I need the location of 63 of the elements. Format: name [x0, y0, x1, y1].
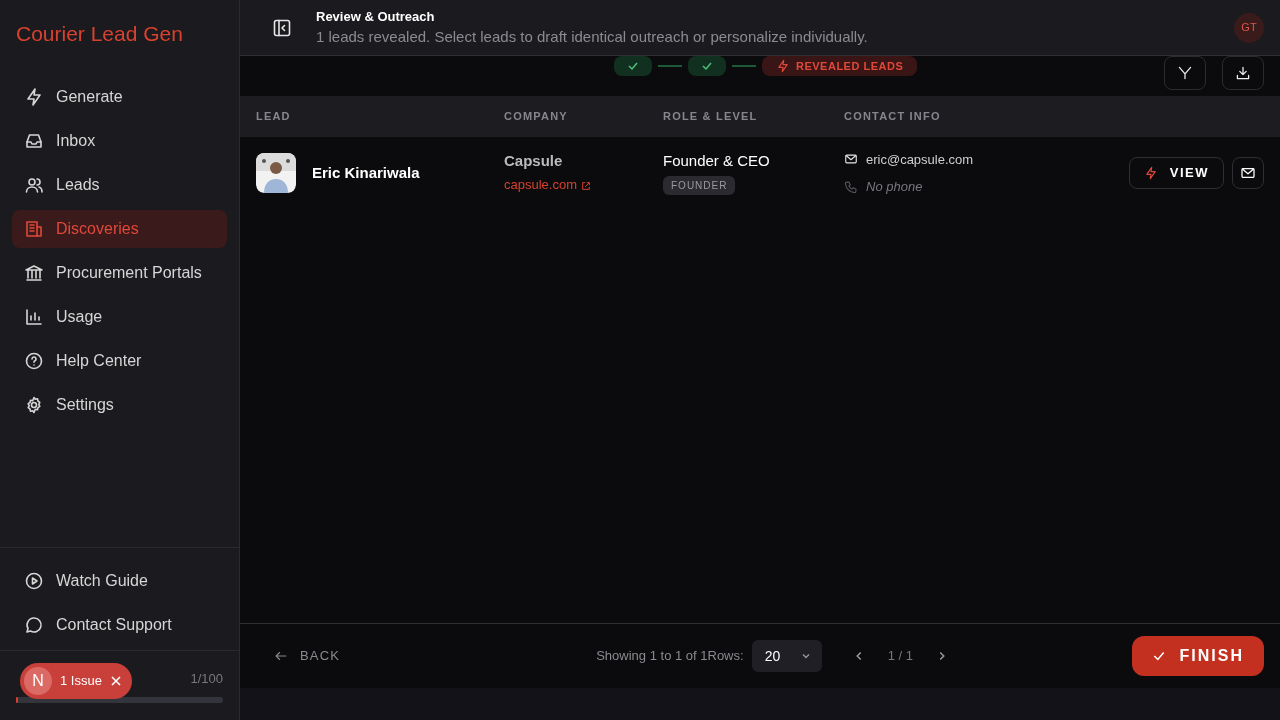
- phone-icon: [844, 179, 858, 194]
- settings-icon: [24, 394, 44, 415]
- email-address: eric@capsule.com: [866, 150, 974, 169]
- page-subtitle: 1 leads revealed. Select leads to draft identical outreach or personalize individually.: [316, 27, 868, 47]
- sidebar-item[interactable]: Leads: [12, 165, 227, 204]
- sidebar-item[interactable]: Usage: [12, 297, 227, 336]
- lightning-icon: [776, 59, 790, 73]
- completed-step[interactable]: [614, 56, 652, 76]
- sidebar-toggle-icon[interactable]: [272, 17, 292, 38]
- filter-icon: [1177, 65, 1193, 81]
- usage-count: 1/100: [190, 670, 223, 688]
- sidebar-item[interactable]: Procurement Portals: [12, 253, 227, 292]
- brand-title: Courier Lead Gen: [15, 21, 184, 47]
- view-button[interactable]: VIEW: [1128, 157, 1224, 189]
- sidebar-item[interactable]: Settings: [12, 385, 227, 424]
- sidebar-item[interactable]: Inbox: [12, 121, 227, 160]
- lightning-icon: [24, 86, 44, 107]
- check-icon: [627, 60, 639, 72]
- sidebar-item[interactable]: Contact Support: [12, 606, 227, 644]
- column-header: ROLE & LEVEL: [663, 110, 758, 123]
- download-icon: [1235, 65, 1251, 81]
- lightning-icon: [1143, 166, 1158, 180]
- building-icon: [24, 218, 44, 239]
- close-icon[interactable]: [109, 675, 122, 687]
- sidebar-item[interactable]: Help Center: [12, 341, 227, 380]
- lead-name[interactable]: Eric Kinariwala: [312, 161, 420, 185]
- page-indicator: 1 / 1: [887, 647, 913, 666]
- back-button[interactable]: BACK: [268, 645, 347, 667]
- email-button[interactable]: [1232, 157, 1264, 189]
- sidebar-item[interactable]: Watch Guide: [12, 562, 227, 600]
- showing-label: Showing 1 to 1 of 1Rows:: [596, 647, 744, 666]
- current-step[interactable]: REVEALED LEADS: [762, 56, 918, 76]
- user-avatar[interactable]: GT: [1234, 12, 1264, 43]
- play-icon: [24, 571, 44, 591]
- column-header: LEAD: [256, 110, 291, 123]
- completed-step[interactable]: [688, 56, 726, 76]
- mail-icon: [844, 152, 858, 167]
- download-button[interactable]: [1222, 56, 1264, 90]
- check-icon: [701, 60, 713, 72]
- sidebar-item[interactable]: Discoveries: [12, 209, 227, 248]
- chat-icon: [24, 615, 44, 635]
- finish-button[interactable]: FINISH: [1131, 636, 1264, 676]
- issue-toast[interactable]: N 1 Issue: [20, 663, 132, 699]
- page-title: Review & Outreach: [316, 7, 436, 26]
- column-header: COMPANY: [504, 110, 568, 123]
- phone-number: No phone: [866, 178, 923, 196]
- check-icon: [1151, 649, 1166, 663]
- company-name: Capsule: [504, 150, 564, 171]
- external-link-icon: [580, 180, 591, 191]
- page-size-select[interactable]: 20: [751, 640, 822, 672]
- avatar: N: [24, 667, 52, 695]
- mail-icon: [1240, 165, 1256, 181]
- sidebar-item[interactable]: Generate: [12, 77, 227, 116]
- column-header: CONTACT INFO: [844, 110, 941, 123]
- level-tag: FOUNDER: [663, 176, 736, 196]
- help-icon: [24, 350, 44, 371]
- role-title: Founder & CEO: [663, 150, 771, 171]
- chart-icon: [24, 306, 44, 327]
- bank-icon: [24, 262, 44, 283]
- issue-label: 1 Issue: [60, 672, 102, 691]
- filter-button[interactable]: [1164, 56, 1206, 90]
- arrow-left-icon: [274, 649, 288, 663]
- website-link[interactable]: capsule.com: [504, 177, 591, 193]
